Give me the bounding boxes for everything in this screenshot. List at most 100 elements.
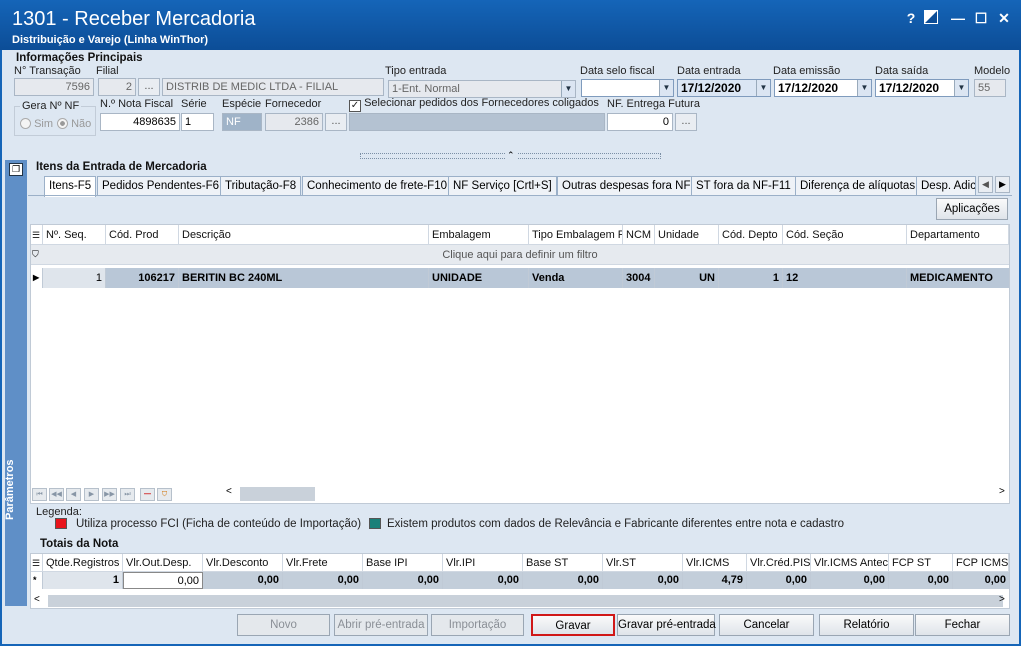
maximize-icon[interactable]: ☐	[971, 8, 991, 28]
scroll-thumb[interactable]	[240, 487, 315, 501]
filial-nome-field: DISTRIB DE MEDIC LTDA - FILIAL	[162, 78, 384, 96]
col-descricao[interactable]: Descrição	[179, 225, 429, 245]
parametros-sidebar[interactable]: Parâmetros	[4, 160, 27, 606]
total-vlr-icms-anteci: 0,00	[811, 572, 889, 589]
nav-first-icon[interactable]: ⏮	[32, 488, 47, 501]
col-cod-secao[interactable]: Cód. Seção	[783, 225, 907, 245]
total-qtde-registros: 1	[43, 572, 123, 589]
tab-scroll-left-icon[interactable]: ◀	[978, 176, 993, 193]
scroll-left-icon[interactable]: <	[226, 486, 232, 497]
especie-field[interactable]: NF	[222, 113, 262, 131]
chevron-down-icon[interactable]: ▼	[857, 80, 871, 96]
nav-prev-page-icon[interactable]: ◀◀	[49, 488, 64, 501]
data-selo-field[interactable]: ▼	[581, 79, 674, 97]
serie-label: Série	[181, 98, 207, 110]
nota-fiscal-field[interactable]: 4898635	[100, 113, 180, 131]
tab-st-fora-nf[interactable]: ST fora da NF-F11	[691, 176, 796, 196]
tipo-entrada-select[interactable]: 1-Ent. Normal ▼	[388, 80, 576, 98]
totais-header: ☰ Qtde.Registros Vlr.Out.Desp. Vlr.Desco…	[31, 554, 1009, 572]
delete-row-icon[interactable]: —	[140, 488, 155, 501]
total-fcp-icms: 0,00	[984, 574, 1006, 586]
col-cod-depto[interactable]: Cód. Depto	[719, 225, 783, 245]
tab-desp-adicionais[interactable]: Desp. Adici	[916, 176, 976, 196]
chevron-down-icon[interactable]: ▼	[954, 80, 968, 96]
relatorio-button[interactable]: Relatório	[819, 614, 914, 636]
minimize-icon[interactable]: —	[948, 8, 968, 28]
row-indicator-icon: ▶	[31, 268, 43, 288]
fornecedor-field[interactable]: 2386	[265, 113, 323, 131]
totais-scroll-thumb[interactable]	[48, 595, 1003, 607]
nf-futura-label: NF. Entrega Futura	[607, 98, 700, 110]
col-seq[interactable]: Nº. Seq.	[43, 225, 106, 245]
cancelar-button[interactable]: Cancelar	[719, 614, 814, 636]
radio-sim[interactable]: Sim	[20, 118, 53, 130]
cell-cod-secao: 12	[783, 268, 907, 288]
transacao-field[interactable]: 7596	[14, 78, 94, 96]
fornecedor-label: Fornecedor	[265, 98, 322, 110]
items-grid[interactable]: ☰ Nº. Seq. Cód. Prod Descrição Embalagem…	[30, 224, 1010, 504]
close-icon[interactable]: ✕	[994, 8, 1014, 28]
total-fcp-st: 0,00	[889, 572, 953, 589]
dock-window-icon[interactable]: ❐	[9, 163, 23, 176]
novo-button[interactable]: Novo	[237, 614, 330, 636]
data-entrada-field[interactable]: 17/12/2020 ▼	[677, 79, 771, 97]
scroll-right-icon[interactable]: >	[999, 486, 1005, 497]
tab-divider	[28, 195, 1012, 196]
radio-nao[interactable]: Não	[57, 118, 91, 130]
nf-futura-field[interactable]: 0	[607, 113, 673, 131]
tab-outras-despesas[interactable]: Outras despesas fora NF	[557, 176, 696, 196]
col-embalagem[interactable]: Embalagem	[429, 225, 529, 245]
nf-futura-search-button[interactable]: ...	[675, 113, 697, 131]
gravar-button[interactable]: Gravar	[531, 614, 615, 636]
col-ncm[interactable]: NCM	[623, 225, 655, 245]
filial-field[interactable]: 2	[98, 78, 136, 96]
nav-next-page-icon[interactable]: ▶▶	[102, 488, 117, 501]
chevron-down-icon[interactable]: ▼	[659, 80, 673, 96]
tab-pedidos-pendentes[interactable]: Pedidos Pendentes-F6	[97, 176, 224, 196]
nav-prev-icon[interactable]: ◀	[66, 488, 81, 501]
legend-title: Legenda:	[36, 506, 82, 518]
filter-row[interactable]: ⛉ Clique aqui para definir um filtro	[31, 245, 1009, 265]
total-vlr-out-desp[interactable]: 0,00	[123, 572, 203, 589]
serie-field[interactable]: 1	[181, 113, 214, 131]
help-icon[interactable]: ?	[901, 8, 921, 28]
coligados-checkbox[interactable]: ✓ Selecionar pedidos dos Fornecedores co…	[349, 97, 599, 112]
data-emissao-field[interactable]: 17/12/2020 ▼	[774, 79, 872, 97]
total-vlr-cred-pis: 0,00	[747, 572, 811, 589]
tab-conhecimento-frete[interactable]: Conhecimento de frete-F10	[302, 176, 452, 196]
col-vlr-icms-anteci: Vlr.ICMS Anteci	[811, 554, 889, 572]
nota-fiscal-label: N.º Nota Fiscal	[100, 98, 174, 110]
column-chooser-icon[interactable]: ☰	[31, 225, 43, 245]
fechar-button[interactable]: Fechar	[915, 614, 1010, 636]
chevron-down-icon[interactable]: ▼	[756, 80, 770, 96]
col-departamento[interactable]: Departamento	[907, 225, 1009, 245]
title-bar: 1301 - Receber Mercadoria Distribuição e…	[0, 0, 1021, 50]
tab-nf-servico[interactable]: NF Serviço [Crtl+S]	[448, 176, 557, 196]
nav-last-icon[interactable]: ⏭	[120, 488, 135, 501]
legend-relevancia-swatch	[369, 518, 381, 529]
modelo-field[interactable]: 55	[974, 79, 1006, 97]
column-chooser-icon[interactable]: ☰	[31, 554, 43, 572]
totais-scroll-left-icon[interactable]: <	[34, 594, 40, 605]
totais-scroll-right-icon[interactable]: >	[999, 594, 1005, 605]
col-unidade[interactable]: Unidade	[655, 225, 719, 245]
filter-toggle-icon[interactable]: ⛉	[157, 488, 172, 501]
gravar-pre-entrada-button[interactable]: Gravar pré-entrada	[617, 614, 716, 636]
collapse-up-icon[interactable]: ⌃	[505, 150, 517, 161]
table-row[interactable]: ▶ 1 106217 BERITIN BC 240ML UNIDADE Vend…	[31, 268, 1009, 288]
tab-itens[interactable]: Itens-F5	[44, 176, 97, 197]
col-cod-prod[interactable]: Cód. Prod	[106, 225, 179, 245]
tab-scroll-right-icon[interactable]: ▶	[995, 176, 1010, 193]
restore-icon[interactable]	[924, 10, 938, 24]
nav-next-icon[interactable]: ▶	[84, 488, 99, 501]
col-tipo-embalagem[interactable]: Tipo Embalagem Pe	[529, 225, 623, 245]
tab-diferenca-aliquotas[interactable]: Diferença de alíquotas	[795, 176, 921, 196]
abrir-pre-entrada-button[interactable]: Abrir pré-entrada	[334, 614, 428, 636]
tab-tributacao[interactable]: Tributação-F8	[220, 176, 302, 196]
importacao-button[interactable]: Importação	[431, 614, 524, 636]
data-saida-field[interactable]: 17/12/2020 ▼	[875, 79, 969, 97]
fornecedor-search-button[interactable]: ...	[325, 113, 347, 131]
cell-ncm: 3004	[623, 268, 655, 288]
aplicacoes-button[interactable]: Aplicações	[936, 198, 1008, 220]
filial-search-button[interactable]: ...	[138, 78, 160, 96]
